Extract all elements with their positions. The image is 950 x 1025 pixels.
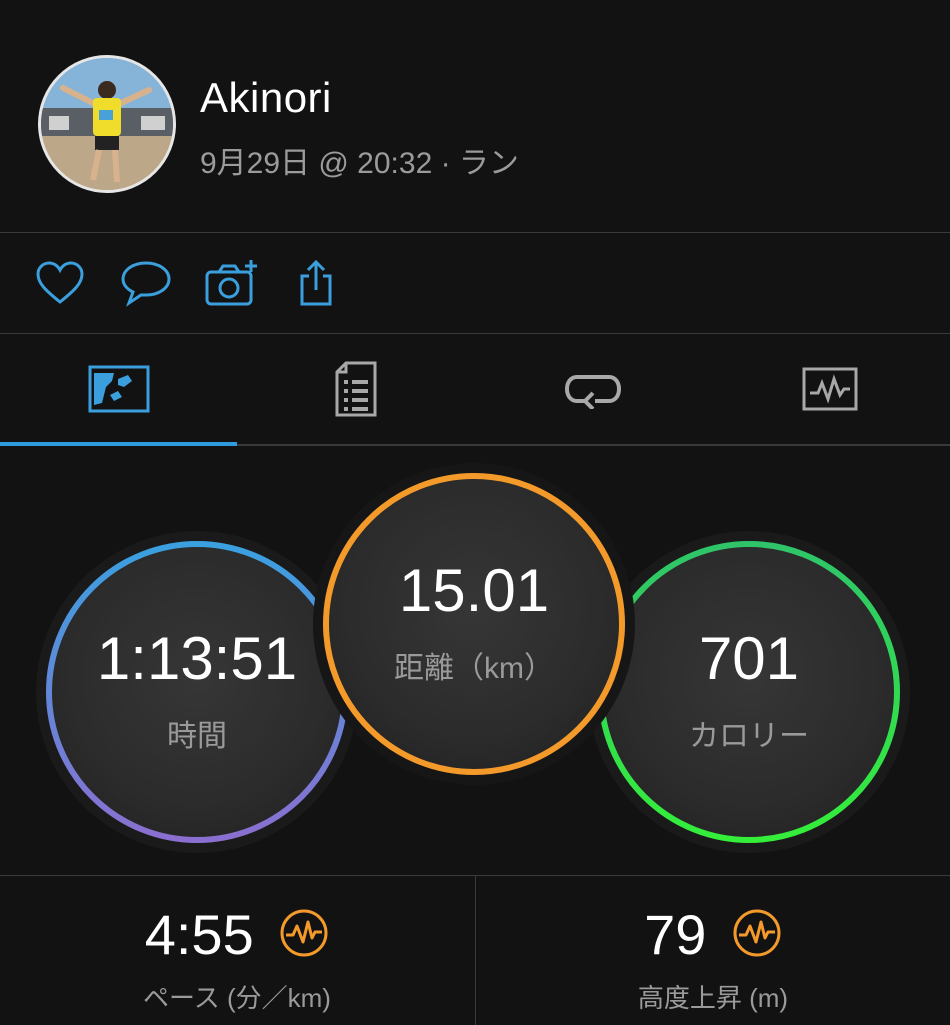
pulse-icon (280, 909, 328, 957)
summary-rings: 1:13:51 時間 701 カロリー 15.01 距離（km） (0, 446, 950, 874)
elevation-value-row: 79 (476, 902, 950, 967)
tab-details[interactable] (237, 334, 474, 444)
avatar[interactable] (38, 55, 176, 193)
share-button[interactable] (288, 255, 344, 311)
comment-button[interactable] (118, 255, 174, 311)
comment-icon (121, 261, 171, 307)
distance-stat[interactable]: 15.01 距離（km） (326, 476, 622, 772)
pace-stat[interactable]: 4:55 ペース (分／km) (0, 876, 474, 1025)
avatar-photo (41, 58, 173, 190)
user-name[interactable]: Akinori (200, 74, 332, 122)
activity-header: Akinori 9月29日 @ 20:32 · ラン (0, 0, 950, 233)
action-bar (0, 233, 950, 334)
distance-label: 距離（km） (394, 652, 554, 685)
detail-stats: 4:55 ペース (分／km) 79 高度上昇 (m) (0, 875, 950, 1025)
view-tabs (0, 334, 950, 446)
time-label: 時間 (167, 720, 227, 753)
map-icon (88, 365, 149, 413)
tab-chart[interactable] (711, 334, 948, 444)
pace-value: 4:55 (144, 903, 254, 966)
chart-icon (802, 367, 857, 411)
laps-icon (564, 375, 621, 409)
elevation-value: 79 (644, 903, 707, 966)
add-photo-button[interactable] (204, 255, 260, 311)
calories-label: カロリー (689, 720, 809, 753)
calories-stat[interactable]: 701 カロリー (601, 544, 897, 840)
distance-value: 15.01 (398, 557, 550, 624)
time-value: 1:13:51 (96, 625, 298, 692)
elevation-label: 高度上昇 (m) (637, 983, 789, 1013)
camera-plus-icon (205, 260, 257, 306)
tab-map[interactable] (0, 334, 237, 446)
time-stat[interactable]: 1:13:51 時間 (49, 544, 345, 840)
pulse-icon (733, 909, 781, 957)
tab-laps[interactable] (474, 334, 711, 444)
like-button[interactable] (32, 255, 88, 311)
details-icon (335, 361, 376, 417)
pace-value-row: 4:55 (0, 902, 474, 967)
share-icon (300, 259, 332, 306)
pace-label: ペース (分／km) (143, 983, 331, 1013)
calories-value: 701 (698, 625, 800, 692)
elevation-stat[interactable]: 79 高度上昇 (m) (475, 876, 950, 1025)
activity-meta: 9月29日 @ 20:32 · ラン (200, 147, 519, 180)
heart-icon (36, 261, 84, 304)
